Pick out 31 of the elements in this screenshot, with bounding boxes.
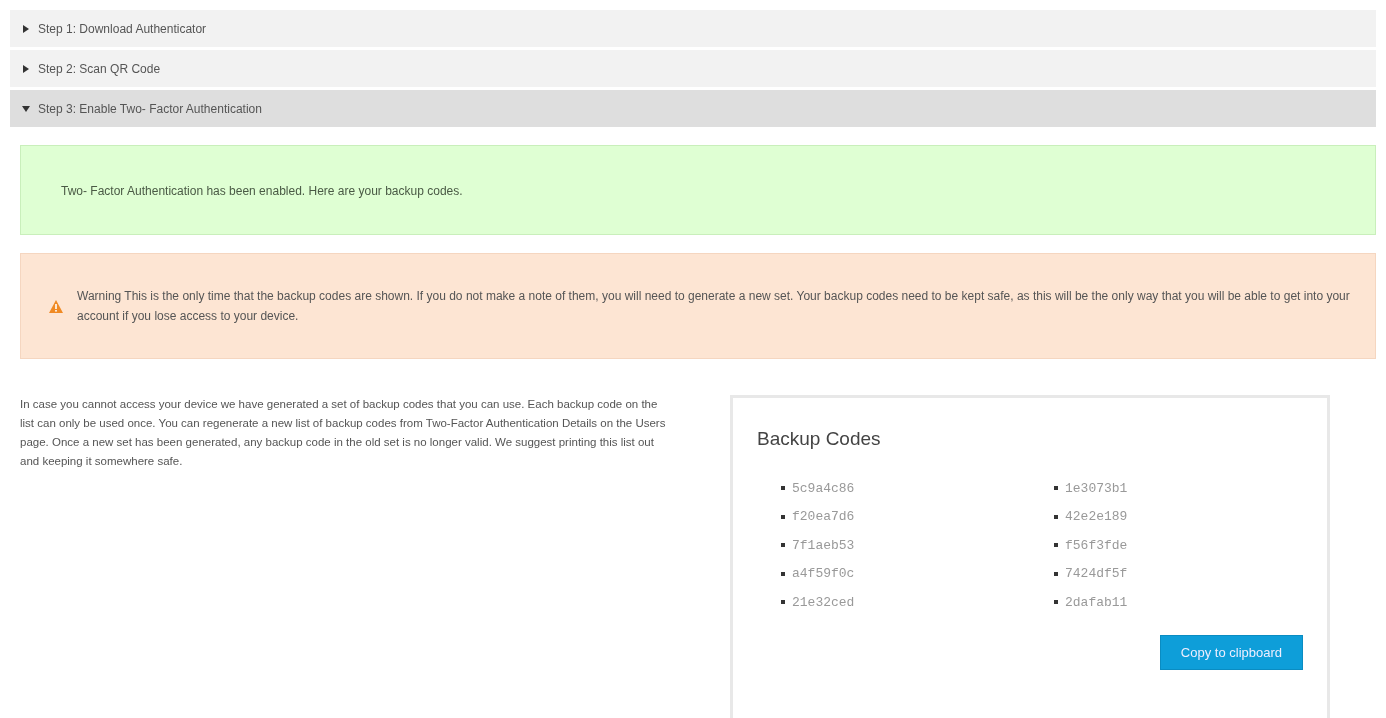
- caret-down-icon: [22, 104, 30, 113]
- bullet-icon: [1054, 543, 1058, 548]
- bullet-icon: [781, 514, 785, 519]
- backup-code: a4f59f0c: [792, 566, 855, 582]
- bullet-icon: [781, 543, 785, 548]
- backup-code: f56f3fde: [1065, 537, 1128, 553]
- caret-right-icon: [22, 64, 30, 73]
- backup-code: 42e2e189: [1065, 509, 1128, 525]
- warning-icon: [49, 299, 63, 313]
- backup-code: f20ea7d6: [792, 509, 855, 525]
- backup-code: 5c9a4c86: [792, 480, 855, 496]
- bullet-icon: [1054, 600, 1058, 605]
- success-alert: Two- Factor Authentication has been enabled. Here are your backup codes.: [20, 145, 1376, 235]
- backup-code: 7f1aeb53: [792, 537, 855, 553]
- card-title: Backup Codes: [757, 428, 882, 450]
- accordion-header[interactable]: Step 2: Scan QR Code: [10, 50, 1376, 87]
- bullet-icon: [781, 571, 785, 576]
- bullet-icon: [1054, 486, 1058, 491]
- warning-text: Warning This is the only time that the backup codes are shown. If you do not make a note of them, you will need to generate a new set. Your backup codes need to be kept safe, as this will be the only way that you will be able to get into your account if you lose access to your device.: [77, 288, 1351, 325]
- bullet-icon: [1054, 571, 1058, 576]
- info-paragraph: In case you cannot access your device we have generated a set of backup codes that you can use. Each backup code on the list can only be used once. You can regenerate a new list of backup codes from Two-Factor Authentication Details on the Users page. Once a new set has been generated, any backup code in the old set is no longer valid. We suggest printing this list out and keeping it somewhere safe.: [20, 397, 667, 469]
- backup-code: 2dafab11: [1065, 594, 1128, 610]
- backup-code: 21e32ced: [792, 594, 855, 610]
- bullet-icon: [781, 486, 785, 491]
- backup-code: 1e3073b1: [1065, 480, 1128, 496]
- caret-right-icon: [22, 24, 30, 33]
- bullet-icon: [781, 600, 785, 605]
- accordion-header[interactable]: Step 1: Download Authenticator: [10, 10, 1376, 47]
- backup-code: 7424df5f: [1065, 566, 1128, 582]
- bullet-icon: [1054, 514, 1058, 519]
- accordion-header[interactable]: Step 3: Enable Two- Factor Authentication: [10, 90, 1376, 127]
